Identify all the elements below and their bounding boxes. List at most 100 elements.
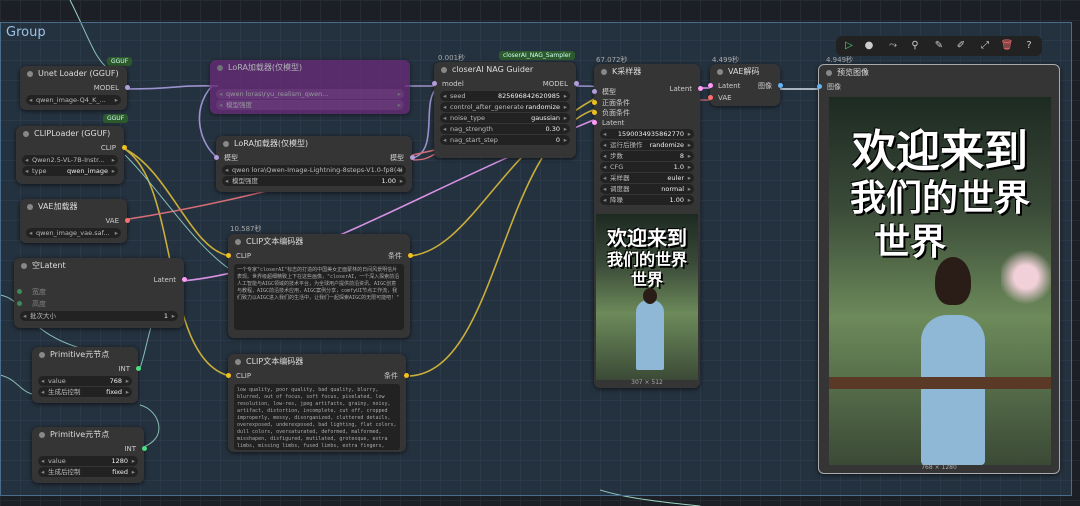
model-output-label: MODEL — [542, 80, 568, 88]
model-output-port[interactable] — [410, 155, 415, 160]
primitive-node-2[interactable]: Primitive元节点 INT value1280 生成后控制fixed — [32, 427, 147, 483]
conditioning-output-port[interactable] — [408, 253, 413, 258]
ksampler-node[interactable]: K采样器 Latent 模型 正面条件 负面条件 Latent 15900349… — [592, 64, 703, 388]
image-output-port[interactable] — [778, 83, 783, 88]
nag-badge: closerAI_NAG_Sampler — [499, 51, 575, 60]
preview-image: 欢迎来到 我们的世界 世界 — [829, 97, 1051, 465]
node-title: CLIP文本编码器 — [228, 354, 406, 370]
bypass-icon[interactable]: ⤳ — [886, 39, 900, 53]
model-input-port[interactable] — [214, 155, 219, 160]
vae-name-widget[interactable]: qwen_image_vae.saf... — [26, 228, 121, 238]
vae-output-port[interactable] — [125, 218, 130, 223]
clip-input-label: CLIP — [236, 372, 252, 380]
control-widget[interactable]: 生成后控制fixed — [38, 387, 132, 397]
lora-bypassed-node[interactable]: LoRA加载器(仅模型) qwen loras\ryu_realism_qwen… — [210, 60, 410, 114]
conditioning-output-port[interactable] — [404, 373, 409, 378]
nag-strength-widget[interactable]: nag_strength0.30 — [440, 124, 570, 134]
image-size-label: 307 × 512 — [631, 379, 663, 386]
clip-input-port[interactable] — [226, 373, 231, 378]
value-widget[interactable]: value1280 — [38, 456, 138, 466]
lora-name-widget[interactable]: qwen lora\Qwen-Image-Lightning-8steps-V1… — [222, 165, 406, 175]
color-icon[interactable]: ● — [862, 39, 876, 53]
clip-loader-node[interactable]: CLIPLoader (GGUF) CLIP Qwen2.5-VL-7B-Ins… — [16, 126, 127, 184]
image-input-port[interactable] — [817, 84, 822, 89]
model-output-port[interactable] — [574, 81, 579, 86]
node-title: CLIP文本编码器 — [228, 234, 410, 250]
model-input-label: model — [442, 80, 464, 88]
sampler-widget[interactable]: 采样器euler — [600, 173, 694, 183]
noise-type-widget[interactable]: noise_typegaussian — [440, 113, 570, 123]
clip-name-widget[interactable]: Qwen2.5-VL-7B-Instr... — [22, 155, 118, 165]
negative-input-port[interactable] — [592, 110, 597, 115]
clip-text-encode-negative[interactable]: CLIP文本编码器 CLIP 条件 low quality, poor quali… — [226, 354, 409, 452]
prompt-textarea[interactable]: 一个专家"closerAI"标志的打造的中国美女正面蒙林的日间风景明信片表现。世… — [234, 264, 404, 330]
vae-input-port[interactable] — [708, 95, 713, 100]
primitive-node-1[interactable]: Primitive元节点 INT value768 生成后控制fixed — [32, 347, 141, 403]
node-title: VAE加载器 — [20, 199, 127, 215]
seed-widget[interactable]: 1590034935862770 — [600, 129, 694, 139]
control-widget[interactable]: 生成后控制fixed — [38, 467, 138, 477]
cfg-widget[interactable]: CFG1.0 — [600, 162, 694, 172]
clip-input-label: CLIP — [236, 252, 252, 260]
steps-widget[interactable]: 步数8 — [600, 151, 694, 161]
lora-strength-widget[interactable]: 模型强度 — [216, 100, 404, 110]
vae-decode-node[interactable]: VAE解码 Latent 图像 VAE — [708, 64, 783, 106]
latent-output-port[interactable] — [182, 277, 187, 282]
clip-output-port[interactable] — [122, 145, 127, 150]
clip-output-label: CLIP — [100, 144, 116, 152]
model-output-port[interactable] — [125, 85, 130, 90]
clip-text-encode-positive[interactable]: CLIP文本编码器 CLIP 条件 一个专家"closerAI"标志的打造的中国美… — [226, 234, 413, 338]
clip-input-port[interactable] — [226, 253, 231, 258]
denoise-widget[interactable]: 降噪1.00 — [600, 195, 694, 205]
model-input-port[interactable] — [592, 89, 597, 94]
control-after-generate-widget[interactable]: control_after_generaterandomize — [440, 102, 570, 112]
conditioning-output-label: 条件 — [388, 252, 402, 260]
model-input-label: 模型 — [224, 154, 238, 162]
node-title: Primitive元节点 — [32, 347, 138, 363]
image-output-label: 图像 — [758, 82, 772, 90]
lora-loader-node[interactable]: LoRA加载器(仅模型) 模型 模型 qwen lora\Qwen-Image-L… — [214, 136, 415, 192]
pen-icon[interactable]: ✐ — [954, 39, 968, 53]
node-title: CLIPLoader (GGUF) — [16, 126, 124, 142]
help-icon[interactable]: ? — [1022, 39, 1036, 53]
unet-loader-node[interactable]: Unet Loader (GGUF) MODEL qwen_image-Q4_K… — [20, 66, 130, 110]
lora-strength-widget[interactable]: 模型强度1.00 — [222, 176, 406, 186]
latent-input-port[interactable] — [592, 120, 597, 125]
model-input-port[interactable] — [432, 81, 437, 86]
node-title: LoRA加载器(仅模型) — [210, 60, 410, 76]
latent-output-label: Latent — [153, 276, 176, 284]
trash-icon[interactable]: 🗑 — [1000, 39, 1014, 53]
preview-image-node[interactable]: 预览图像 图像 欢迎来到 我们的世界 世界 768 × 1280 — [817, 64, 1060, 474]
image-size-label: 768 × 1280 — [921, 464, 957, 471]
vae-loader-node[interactable]: VAE加载器 VAE qwen_image_vae.saf... — [20, 199, 130, 243]
node-toolbar: ▷ ● ⤳ ⚲ ✎ ✐ ⤢ 🗑 ? — [836, 36, 1042, 56]
int-output-label: INT — [124, 445, 136, 453]
latent-input-label: Latent — [718, 82, 741, 90]
node-title: 预览图像 — [819, 65, 1059, 81]
int-output-port[interactable] — [142, 446, 147, 451]
unet-name-widget[interactable]: qwen_image-Q4_K_... — [26, 95, 121, 105]
int-output-port[interactable] — [136, 366, 141, 371]
batch-size-widget[interactable]: 批次大小1 — [20, 311, 178, 321]
positive-input-port[interactable] — [592, 100, 597, 105]
nag-start-step-widget[interactable]: nag_start_step0 — [440, 135, 570, 145]
clip-type-widget[interactable]: typeqwen_image — [22, 166, 118, 176]
model-output-label: MODEL — [93, 84, 119, 92]
fit-icon[interactable]: ⤢ — [978, 39, 992, 53]
value-widget[interactable]: value768 — [38, 376, 132, 386]
empty-latent-node[interactable]: 空Latent Latent 宽度 高度 批次大小1 — [14, 258, 187, 328]
seed-widget[interactable]: seed825696842620985 — [440, 91, 570, 101]
negative-prompt-textarea[interactable]: low quality, poor quality, bad quality, … — [234, 384, 400, 450]
edit-icon[interactable]: ✎ — [932, 39, 946, 53]
nag-guider-node[interactable]: closerAI NAG Guider model MODEL seed82569… — [432, 62, 579, 158]
pin-icon[interactable]: ⚲ — [908, 39, 922, 53]
node-title: LoRA加载器(仅模型) — [216, 136, 412, 152]
play-icon[interactable]: ▷ — [842, 39, 856, 53]
ksampler-preview-image: 欢迎来到 我们的世界 世界 — [596, 214, 698, 380]
node-title: 空Latent — [14, 258, 184, 274]
latent-input-port[interactable] — [708, 83, 713, 88]
scheduler-widget[interactable]: 调度器normal — [600, 184, 694, 194]
control-widget[interactable]: 运行后操作randomize — [600, 140, 694, 150]
lora-name-widget[interactable]: qwen loras\ryu_realism_qwen... — [216, 89, 404, 99]
height-port — [17, 301, 22, 306]
